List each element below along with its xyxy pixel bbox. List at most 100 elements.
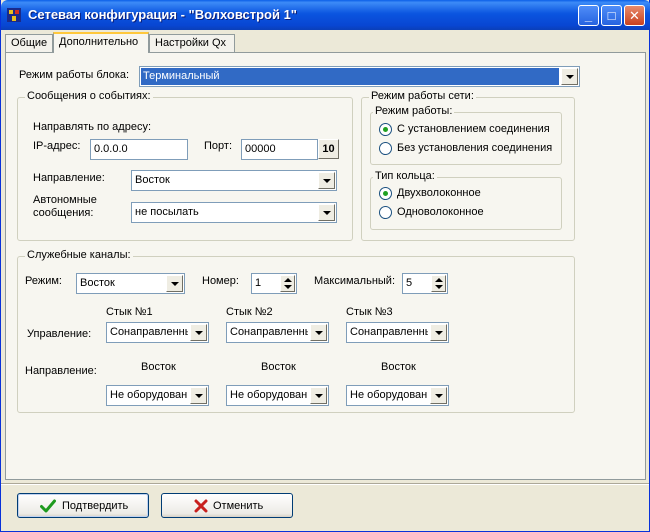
sc-mode-value: Восток — [80, 277, 115, 289]
tab-qx-settings[interactable]: Настройки Qx — [149, 34, 235, 52]
maximize-button[interactable]: □ — [601, 5, 622, 26]
chevron-down-icon[interactable] — [318, 204, 335, 221]
tab-label: Дополнительно — [59, 36, 139, 48]
junction-3-direction-select[interactable]: Не оборудован — [346, 385, 449, 406]
chevron-down-icon[interactable] — [430, 387, 447, 404]
port-input[interactable]: 00000 — [241, 139, 318, 160]
sc-number-label: Номер: — [202, 275, 239, 287]
junction-1-control-select[interactable]: Сонаправленный — [106, 322, 209, 343]
chevron-down-icon[interactable] — [190, 324, 207, 341]
sc-max-label: Максимальный: — [314, 275, 395, 287]
sc-control-label: Управление: — [27, 328, 92, 340]
network-mode-group-title: Режим работы сети: — [369, 90, 476, 102]
spinner-arrows-icon[interactable] — [280, 275, 295, 292]
autonomous-messages-value: не посылать — [135, 206, 199, 218]
send-to-label: Направлять по адресу: — [33, 121, 152, 133]
network-mode-group: Режим работы сети: Режим работы: С устан… — [361, 90, 575, 241]
cancel-button[interactable]: Отменить — [161, 493, 293, 518]
sc-mode-select[interactable]: Восток — [76, 273, 185, 294]
event-direction-select[interactable]: Восток — [131, 170, 337, 191]
ring-type-single-radio[interactable] — [379, 206, 392, 219]
tab-label: Настройки Qx — [155, 37, 227, 49]
ring-type-group: Тип кольца: Двухволоконное Одноволоконно… — [370, 170, 562, 230]
junction-3-direction-caption: Восток — [381, 361, 416, 373]
events-group-title: Сообщения о событиях: — [25, 90, 153, 102]
work-mode-connection-label[interactable]: С установлением соединения — [397, 123, 550, 135]
confirm-button[interactable]: Подтвердить — [17, 493, 149, 518]
junction-3-control-select[interactable]: Сонаправленный — [346, 322, 449, 343]
direction-label: Направление: — [33, 172, 105, 184]
maximize-icon: □ — [607, 8, 616, 23]
work-mode-no-connection-radio[interactable] — [379, 142, 392, 155]
junction-2-direction-select[interactable]: Не оборудован — [226, 385, 329, 406]
sc-number-value: 1 — [255, 277, 262, 289]
junction-1-title: Стык №1 — [106, 306, 153, 318]
service-channels-group: Служебные каналы: Режим: Восток Номер: 1… — [17, 249, 575, 413]
sc-number-spinner[interactable]: 1 — [251, 273, 297, 294]
sc-max-spinner[interactable]: 5 — [402, 273, 448, 294]
chevron-down-icon[interactable] — [561, 68, 578, 85]
junction-2-direction-value: Не оборудован — [230, 389, 308, 401]
ring-type-dual-label[interactable]: Двухволоконное — [397, 187, 481, 199]
tab-page-additional: Режим работы блока: Терминальный Сообщен… — [5, 52, 646, 480]
bottom-separator — [1, 483, 649, 485]
minimize-button[interactable]: _ — [578, 5, 599, 26]
ring-type-single-label[interactable]: Одноволоконное — [397, 206, 484, 218]
x-icon — [194, 499, 208, 513]
events-group: Сообщения о событиях: Направлять по адре… — [17, 90, 353, 241]
tab-label: Общие — [11, 37, 48, 49]
junction-1-direction-caption: Восток — [141, 361, 176, 373]
chevron-down-icon[interactable] — [190, 387, 207, 404]
chevron-down-icon[interactable] — [166, 275, 183, 292]
cancel-button-label: Отменить — [213, 500, 264, 512]
tab-general[interactable]: Общие — [5, 34, 53, 52]
ring-type-title: Тип кольца: — [373, 170, 437, 182]
close-button[interactable]: ✕ — [624, 5, 645, 26]
junction-3-direction-value: Не оборудован — [350, 389, 428, 401]
minimize-icon: _ — [584, 8, 593, 23]
dialog-window: Сетевая конфигурация - "Волховстрой 1" _… — [0, 0, 650, 532]
junction-1-direction-select[interactable]: Не оборудован — [106, 385, 209, 406]
app-icon — [7, 8, 21, 22]
tab-additional[interactable]: Дополнительно — [53, 32, 149, 53]
sc-max-value: 5 — [406, 277, 413, 289]
window-title: Сетевая конфигурация - "Волховстрой 1" — [28, 7, 297, 22]
chevron-down-icon[interactable] — [310, 324, 327, 341]
close-icon: ✕ — [629, 8, 640, 23]
autonomous-label-line1: Автономные — [33, 194, 97, 206]
spinner-arrows-icon[interactable] — [431, 275, 446, 292]
block-mode-label: Режим работы блока: — [19, 69, 130, 81]
chevron-down-icon[interactable] — [430, 324, 447, 341]
junction-1-direction-value: Не оборудован — [110, 389, 188, 401]
block-mode-value: Терминальный — [141, 68, 559, 85]
work-mode-no-connection-label[interactable]: Без установления соединения — [397, 142, 552, 154]
title-bar[interactable]: Сетевая конфигурация - "Волховстрой 1" _… — [1, 0, 650, 30]
ip-address-input[interactable]: 0.0.0.0 — [90, 139, 188, 160]
ip-label: IP-адрес: — [33, 140, 81, 152]
port-keypad-button[interactable]: 10 — [318, 139, 339, 159]
junction-3-title: Стык №3 — [346, 306, 393, 318]
confirm-button-label: Подтвердить — [62, 500, 129, 512]
service-channels-group-title: Служебные каналы: — [25, 249, 133, 261]
work-mode-group: Режим работы: С установлением соединения… — [370, 105, 562, 165]
junction-2-title: Стык №2 — [226, 306, 273, 318]
junction-2-control-value: Сонаправленный — [230, 326, 308, 338]
sc-mode-label: Режим: — [25, 275, 62, 287]
block-mode-select[interactable]: Терминальный — [139, 66, 580, 87]
event-direction-value: Восток — [135, 174, 170, 186]
work-mode-title: Режим работы: — [373, 105, 455, 117]
chevron-down-icon[interactable] — [318, 172, 335, 189]
junction-2-direction-caption: Восток — [261, 361, 296, 373]
junction-1-control-value: Сонаправленный — [110, 326, 188, 338]
autonomous-label-line2: сообщения: — [33, 207, 94, 219]
port-value: 00000 — [245, 143, 276, 155]
port-label: Порт: — [204, 140, 232, 152]
work-mode-connection-radio[interactable] — [379, 123, 392, 136]
chevron-down-icon[interactable] — [310, 387, 327, 404]
sc-direction-label: Направление: — [25, 365, 97, 377]
ring-type-dual-radio[interactable] — [379, 187, 392, 200]
autonomous-messages-select[interactable]: не посылать — [131, 202, 337, 223]
ip-address-value: 0.0.0.0 — [94, 143, 128, 155]
junction-3-control-value: Сонаправленный — [350, 326, 428, 338]
junction-2-control-select[interactable]: Сонаправленный — [226, 322, 329, 343]
